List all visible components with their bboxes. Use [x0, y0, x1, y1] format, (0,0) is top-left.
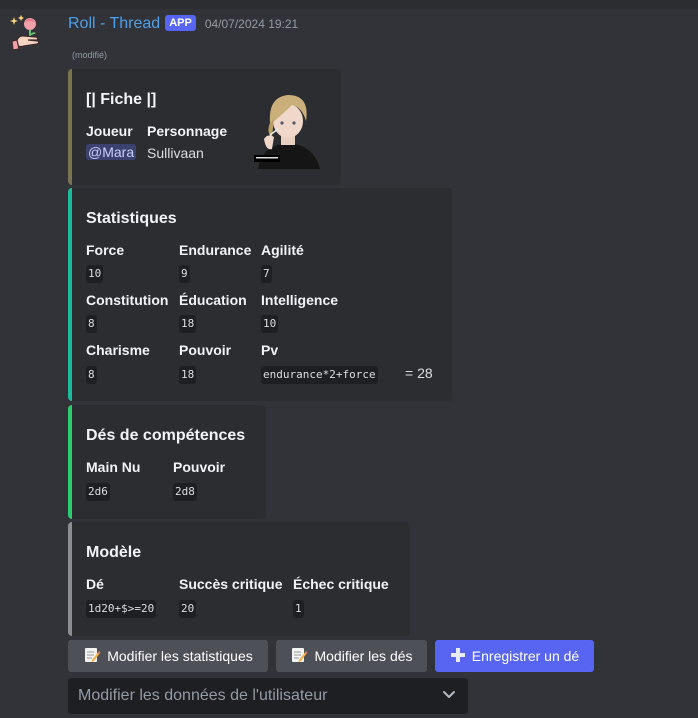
- field-name-joueur: Joueur: [86, 123, 133, 139]
- register-dice-button[interactable]: Enregistrer un dé: [435, 640, 594, 672]
- button-label: Modifier les statistiques: [107, 648, 253, 664]
- embed-model: Modèle Dé 1d20+$>=20 Succès critique 20 …: [68, 522, 410, 636]
- bot-username[interactable]: Roll - Thread: [68, 15, 160, 33]
- user-mention[interactable]: @Mara: [86, 144, 137, 160]
- field-name-intelligence: Intelligence: [261, 292, 339, 308]
- chevron-down-icon: [442, 687, 456, 706]
- field-name-pouvoir-dice: Pouvoir: [173, 459, 226, 475]
- edit-dice-button[interactable]: Modifier les dés: [276, 640, 427, 672]
- field-name-echec-critique: Échec critique: [293, 576, 389, 592]
- top-bar: [0, 0, 698, 9]
- field-value-pv-result: = 28: [405, 365, 433, 381]
- embed-title: Dés de compétences: [86, 427, 246, 444]
- field-name-charisme: Charisme: [86, 342, 150, 358]
- field-value-intelligence: 10: [261, 315, 279, 333]
- field-value-succes-critique: 20: [179, 600, 197, 618]
- embed-title: [| Fiche |]: [86, 91, 157, 108]
- field-value-endurance: 9: [179, 265, 190, 283]
- field-value-force: 10: [86, 265, 104, 283]
- app-badge: APP: [165, 15, 196, 31]
- bot-avatar[interactable]: [8, 13, 48, 53]
- field-name-main-nu: Main Nu: [86, 459, 141, 475]
- field-name-succes-critique: Succès critique: [179, 576, 283, 592]
- field-value-agilite: 7: [261, 265, 272, 283]
- field-name-agilite: Agilité: [261, 242, 304, 258]
- field-name-de: Dé: [86, 576, 104, 592]
- button-label: Enregistrer un dé: [471, 648, 580, 664]
- field-value-joueur: @Mara: [86, 144, 137, 160]
- field-value-main-nu: 2d6: [86, 483, 110, 501]
- field-value-echec-critique: 1: [293, 600, 304, 618]
- embed-sheet: [| Fiche |] Joueur @Mara Personnage Sull…: [68, 69, 341, 185]
- field-value-pv-formula: endurance*2+force: [261, 366, 378, 384]
- field-value-charisme: 8: [86, 366, 97, 384]
- field-value-constitution: 8: [86, 315, 97, 333]
- field-name-pv: Pv: [261, 342, 279, 358]
- field-name-pouvoir: Pouvoir: [179, 342, 232, 358]
- field-value-de: 1d20+$>=20: [86, 600, 157, 618]
- field-name-force: Force: [86, 242, 125, 258]
- message-timestamp[interactable]: 04/07/2024 19:21: [205, 17, 298, 31]
- edited-label: (modifié): [72, 50, 108, 60]
- memo-icon: [290, 646, 308, 667]
- edit-statistics-button[interactable]: Modifier les statistiques: [68, 640, 268, 672]
- plus-icon: [450, 647, 466, 666]
- embed-statistics: Statistiques Force 10 Endurance 9 Agilit…: [68, 188, 452, 401]
- hand-flower-icon: [10, 15, 40, 51]
- select-placeholder: Modifier les données de l'utilisateur: [78, 687, 328, 704]
- character-thumbnail[interactable]: [248, 89, 328, 169]
- field-name-personnage: Personnage: [147, 123, 228, 139]
- field-value-education: 18: [179, 315, 197, 333]
- embed-skill-dice: Dés de compétences Main Nu 2d6 Pouvoir 2…: [68, 405, 266, 519]
- field-name-education: Éducation: [179, 292, 247, 308]
- field-value-pouvoir-dice: 2d8: [173, 483, 197, 501]
- message-header: Roll - Thread APP 04/07/2024 19:21: [68, 13, 298, 35]
- memo-icon: [83, 646, 101, 667]
- character-portrait-image: [248, 89, 328, 169]
- user-data-select[interactable]: Modifier les données de l'utilisateur: [68, 678, 468, 714]
- embed-title: Statistiques: [86, 210, 177, 227]
- field-name-constitution: Constitution: [86, 292, 169, 308]
- button-label: Modifier les dés: [314, 648, 413, 664]
- field-name-endurance: Endurance: [179, 242, 252, 258]
- field-value-pouvoir: 18: [179, 366, 197, 384]
- embed-title: Modèle: [86, 544, 142, 561]
- field-value-personnage: Sullivaan: [147, 145, 204, 161]
